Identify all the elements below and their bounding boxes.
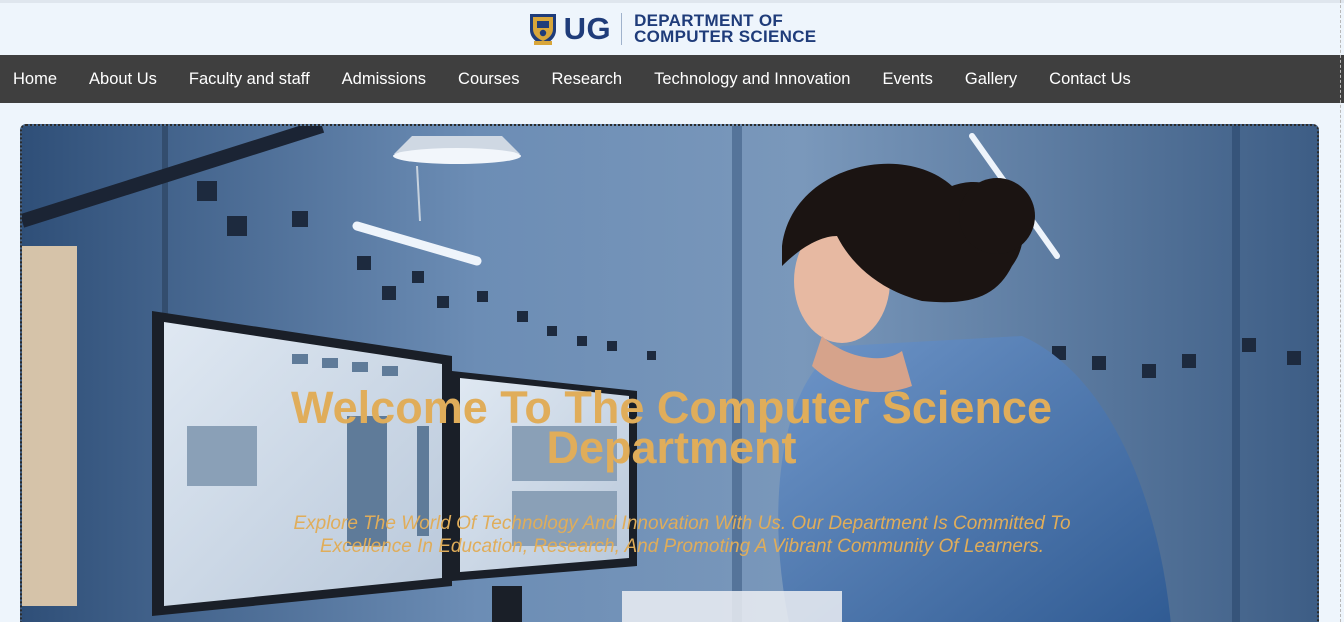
- department-line-2: COMPUTER SCIENCE: [634, 27, 817, 46]
- nav-item-gallery[interactable]: Gallery: [965, 70, 1017, 89]
- page-scrollbar[interactable]: [1340, 0, 1344, 622]
- nav-item-home[interactable]: Home: [13, 70, 57, 89]
- logo-divider: [621, 13, 623, 45]
- department-name: DEPARTMENT OF COMPUTER SCIENCE: [634, 12, 817, 46]
- hero-title: Welcome To The Computer Science Departme…: [22, 385, 1317, 473]
- site-logo[interactable]: UG DEPARTMENT OF COMPUTER SCIENCE: [528, 11, 817, 47]
- nav-item-faculty-and-staff[interactable]: Faculty and staff: [189, 70, 310, 89]
- brand-name: UG: [563, 11, 612, 46]
- nav-item-admissions[interactable]: Admissions: [342, 70, 426, 89]
- hero-subtitle: Explore The World Of Technology And Inno…: [252, 512, 1112, 558]
- hero-subtitle-line-2: Excellence In Education, Research, And P…: [319, 536, 1045, 557]
- nav-item-courses[interactable]: Courses: [458, 70, 519, 89]
- nav-item-research[interactable]: Research: [551, 70, 622, 89]
- nav-item-contact-us[interactable]: Contact Us: [1049, 70, 1131, 89]
- university-crest-icon: [529, 14, 556, 45]
- hero-title-line-2: Department: [546, 422, 797, 473]
- nav-item-technology-and-innovation[interactable]: Technology and Innovation: [654, 70, 850, 89]
- nav-item-events[interactable]: Events: [882, 70, 932, 89]
- site-header: UG DEPARTMENT OF COMPUTER SCIENCE: [0, 3, 1344, 55]
- hero-subtitle-line-1: Explore The World Of Technology And Inno…: [293, 513, 1071, 534]
- hero-banner: Welcome To The Computer Science Departme…: [20, 124, 1319, 622]
- nav-item-about-us[interactable]: About Us: [89, 70, 157, 89]
- main-navigation: Home About Us Faculty and staff Admissio…: [0, 55, 1344, 103]
